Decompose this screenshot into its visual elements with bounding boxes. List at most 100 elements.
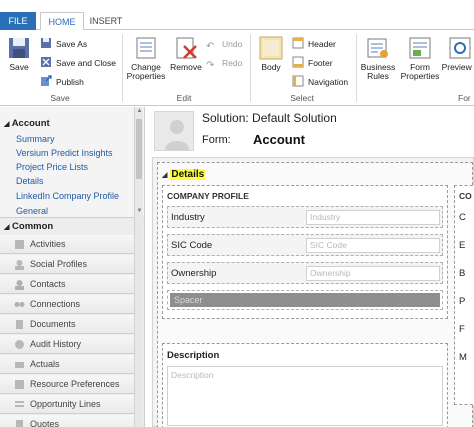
nav-item-label: Quotes (30, 419, 60, 427)
field-ownership[interactable]: Ownership Ownership (167, 262, 443, 284)
form-group-label: For (458, 93, 471, 103)
nav-item-activities[interactable]: Activities (0, 235, 134, 254)
section-description[interactable]: Description Description (162, 343, 448, 427)
save-and-close-button[interactable]: Save and Close (40, 56, 116, 70)
industry-input[interactable]: Industry (306, 210, 440, 225)
section-right-partial[interactable]: CO C E B P F M (454, 185, 474, 405)
navigation-label: Navigation (308, 77, 349, 87)
nav-item-resource-preferences[interactable]: Resource Preferences (0, 375, 134, 394)
nav-common-scrollbar[interactable] (134, 217, 143, 427)
field-label: P (459, 296, 466, 307)
remove-button[interactable]: Remove (168, 36, 204, 72)
scroll-thumb[interactable] (136, 119, 142, 179)
footer-label: Footer (308, 58, 333, 68)
field-sic-code[interactable]: SIC Code SIC Code (167, 234, 443, 256)
nav-link-versium[interactable]: Versium Predict Insights (16, 148, 113, 158)
publish-button[interactable]: Publish (40, 75, 84, 89)
field-label: Industry (171, 212, 205, 223)
nav-item-quotes[interactable]: Quotes (0, 415, 134, 427)
undo-label: Undo (222, 39, 243, 49)
change-properties-label: Change Properties (126, 62, 166, 81)
nav-item-audit-history[interactable]: Audit History (0, 335, 134, 354)
save-button[interactable]: Save (4, 36, 34, 72)
edit-group-label: Edit (176, 93, 192, 103)
field-label: F (459, 324, 465, 335)
undo-icon: ↶ (206, 41, 215, 52)
group-separator (250, 34, 251, 102)
entity-image-icon (154, 111, 194, 151)
documents-icon (16, 320, 23, 329)
description-input[interactable]: Description (167, 366, 443, 426)
form-tab-details[interactable]: ◢ Details COMPANY PROFILE Industry Indust… (157, 162, 474, 427)
collapse-triangle-icon: ◢ (4, 121, 10, 128)
tab-caption[interactable]: ◢ Details (162, 169, 206, 180)
nav-section-common-label: Common (12, 221, 54, 232)
navigation-button[interactable]: Navigation (292, 75, 348, 89)
header-button[interactable]: Header (292, 37, 336, 51)
nav-scrollbar[interactable]: ▲ ▼ (134, 107, 143, 217)
form-properties-button[interactable]: Form Properties (398, 36, 442, 81)
tab-home[interactable]: HOME (40, 12, 84, 31)
scroll-up-icon[interactable]: ▲ (136, 108, 143, 115)
avatar-placeholder-icon (165, 120, 189, 150)
nav-item-documents[interactable]: Documents (0, 315, 134, 334)
nav-item-social-profiles[interactable]: Social Profiles (0, 255, 134, 274)
field-industry[interactable]: Industry Industry (167, 206, 443, 228)
redo-button[interactable]: ↷ Redo (206, 56, 243, 71)
connections-icon (14, 302, 25, 307)
header-icon (292, 37, 304, 49)
contacts-icon (15, 280, 24, 290)
sic-code-input[interactable]: SIC Code (306, 238, 440, 253)
save-icon (9, 38, 29, 58)
nav-item-opportunity-lines[interactable]: Opportunity Lines (0, 395, 134, 414)
section-company-profile[interactable]: COMPANY PROFILE Industry Industry SIC Co… (162, 185, 448, 319)
nav-link-summary[interactable]: Summary (16, 134, 55, 144)
body-button[interactable]: Body (256, 36, 286, 72)
spacer-field[interactable]: Spacer (167, 290, 443, 310)
nav-section-account[interactable]: ◢ Account (4, 118, 50, 129)
section-title: CO (459, 191, 472, 201)
nav-link-general[interactable]: General (16, 206, 48, 216)
audit-history-icon (15, 340, 24, 349)
field-label: B (459, 268, 466, 279)
actuals-icon (15, 362, 24, 368)
save-as-icon (41, 38, 51, 48)
nav-link-details[interactable]: Details (16, 176, 44, 186)
nav-item-label: Documents (30, 319, 76, 329)
scroll-down-icon[interactable]: ▼ (136, 208, 143, 215)
footer-button[interactable]: Footer (292, 56, 333, 70)
remove-label: Remove (170, 62, 202, 72)
preview-button[interactable]: Preview ▾ (440, 36, 474, 72)
ribbon: Save Save As Save and Close Publish Save… (0, 30, 474, 106)
collapse-triangle-icon: ◢ (4, 224, 10, 231)
save-group-label: Save (50, 93, 70, 103)
nav-item-actuals[interactable]: Actuals (0, 355, 134, 374)
ribbon-tab-bar: FILE HOME INSERT (0, 0, 474, 31)
change-properties-button[interactable]: Change Properties (124, 36, 168, 81)
nav-item-label: Connections (30, 299, 81, 309)
ownership-input[interactable]: Ownership (306, 266, 440, 281)
nav-link-linkedin[interactable]: LinkedIn Company Profile (16, 191, 119, 201)
activities-icon (15, 240, 24, 249)
save-and-close-label: Save and Close (56, 58, 117, 68)
save-as-button[interactable]: Save As (40, 37, 87, 51)
field-label: E (459, 240, 466, 251)
preview-icon (449, 37, 471, 59)
opportunity-lines-icon (15, 401, 24, 407)
form-properties-icon (409, 37, 431, 59)
field-label: C (459, 212, 466, 223)
redo-label: Redo (222, 58, 243, 68)
nav-item-label: Opportunity Lines (30, 399, 101, 409)
group-separator (356, 34, 357, 102)
tab-file[interactable]: FILE (0, 12, 36, 31)
nav-link-project-price-lists[interactable]: Project Price Lists (16, 162, 88, 172)
tab-insert[interactable]: INSERT (86, 12, 126, 31)
nav-section-common[interactable]: ◢ Common (4, 221, 53, 232)
navigation-icon (292, 75, 304, 87)
quotes-icon (16, 420, 23, 427)
undo-button[interactable]: ↶ Undo (206, 37, 243, 52)
collapse-triangle-icon: ◢ (162, 172, 168, 179)
nav-item-contacts[interactable]: Contacts (0, 275, 134, 294)
nav-item-connections[interactable]: Connections (0, 295, 134, 314)
business-rules-button[interactable]: Business Rules (358, 36, 398, 81)
